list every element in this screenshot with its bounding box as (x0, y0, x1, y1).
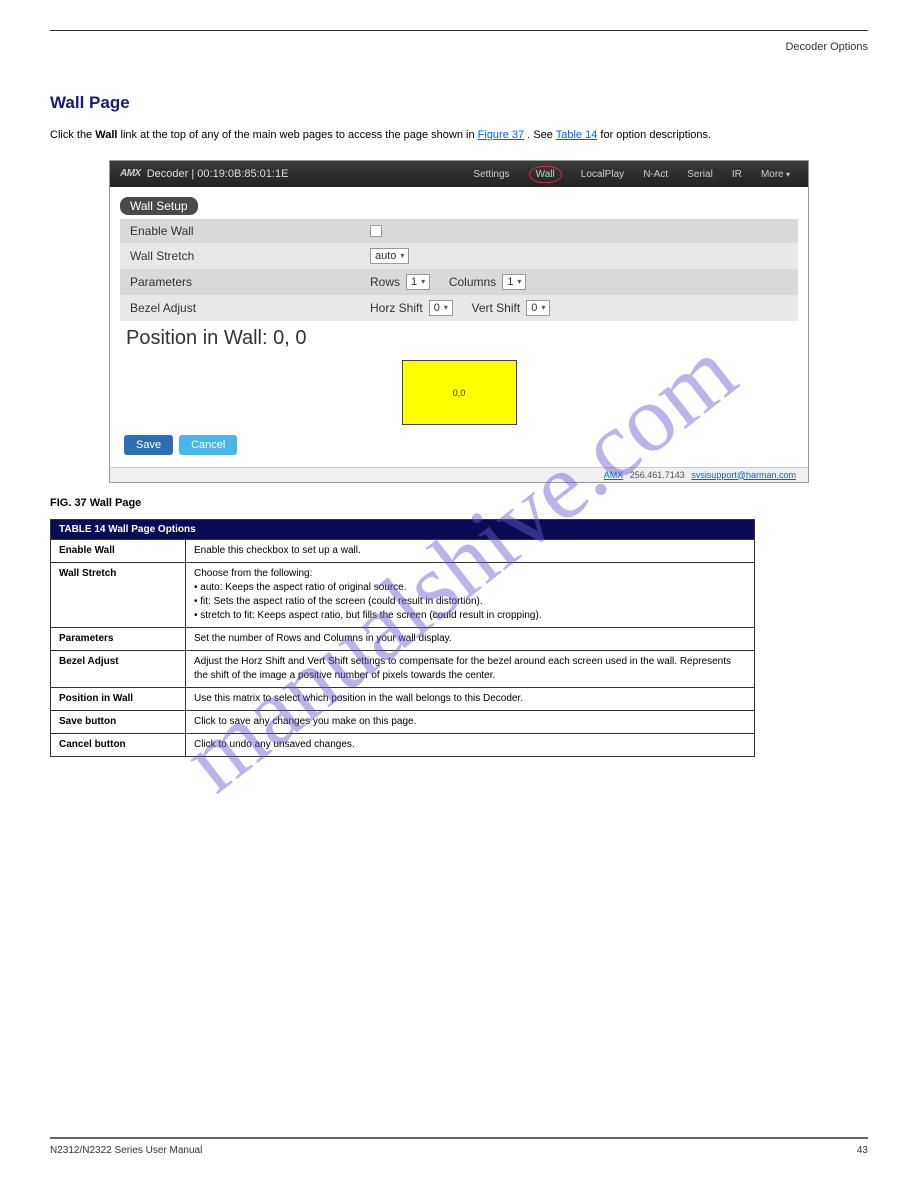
footer-amx-link[interactable]: AMX (604, 470, 624, 480)
vert-shift-label: Vert Shift (472, 301, 521, 315)
option-name: Cancel button (51, 733, 186, 756)
nav-wall[interactable]: Wall (529, 166, 562, 183)
table-row: Bezel AdjustAdjust the Horz Shift and Ve… (51, 650, 755, 687)
position-in-wall: Position in Wall: 0, 0 (120, 321, 798, 360)
option-desc: Set the number of Rows and Columns in yo… (186, 627, 755, 650)
option-name: Bezel Adjust (51, 650, 186, 687)
option-desc: Adjust the Horz Shift and Vert Shift set… (186, 650, 755, 687)
intro-text: Click the Wall link at the top of any of… (50, 127, 868, 144)
horz-shift-select[interactable]: 0 (429, 300, 453, 316)
figure-link[interactable]: Figure 37 (478, 129, 524, 141)
label-wall-stretch: Wall Stretch (130, 249, 370, 263)
row-bezel: Bezel Adjust Horz Shift 0 Vert Shift 0 (120, 295, 798, 321)
figure-caption: FIG. 37 Wall Page (50, 497, 868, 509)
option-name: Parameters (51, 627, 186, 650)
vert-shift-select[interactable]: 0 (526, 300, 550, 316)
nav-nact[interactable]: N-Act (643, 169, 668, 180)
table-row: Position in WallUse this matrix to selec… (51, 687, 755, 710)
footer-doc-title: N2312/N2322 Series User Manual (50, 1145, 857, 1156)
wall-position-cell[interactable]: 0,0 (402, 360, 517, 425)
option-desc: Choose from the following: • auto: Keeps… (186, 562, 755, 627)
intro-p2: link at the top of any of the main web p… (121, 129, 478, 141)
nav-localplay[interactable]: LocalPlay (581, 169, 624, 180)
nav-serial[interactable]: Serial (687, 169, 713, 180)
cancel-button[interactable]: Cancel (179, 435, 237, 455)
header-section: Decoder Options (50, 41, 868, 53)
panel-body: Wall Setup Enable Wall Wall Stretch auto… (110, 187, 808, 467)
footer-email-link[interactable]: svsisupport@harman.com (691, 470, 796, 480)
page-footer: N2312/N2322 Series User Manual 43 (50, 1137, 868, 1156)
wall-setup-badge: Wall Setup (120, 197, 198, 215)
amx-logo: AMX (120, 168, 141, 179)
row-wall-stretch: Wall Stretch auto (120, 243, 798, 269)
wall-stretch-select[interactable]: auto (370, 248, 409, 264)
enable-wall-checkbox[interactable] (370, 225, 382, 237)
option-desc: Click to save any changes you make on th… (186, 710, 755, 733)
table-row: Enable WallEnable this checkbox to set u… (51, 539, 755, 562)
rows-label: Rows (370, 275, 400, 289)
footer-phone: 256.461.7143 (630, 470, 685, 480)
screenshot-footer: AMX 256.461.7143 svsisupport@harman.com (110, 467, 808, 482)
wall-word: Wall (95, 129, 117, 141)
intro-p3: . See (527, 129, 556, 141)
nav-settings[interactable]: Settings (473, 169, 509, 180)
top-nav: Settings Wall LocalPlay N-Act Serial IR … (465, 168, 798, 180)
table-row: Save buttonClick to save any changes you… (51, 710, 755, 733)
option-desc: Use this matrix to select which position… (186, 687, 755, 710)
nav-more[interactable]: More (761, 169, 790, 180)
table-row: ParametersSet the number of Rows and Col… (51, 627, 755, 650)
section-title: Wall Page (50, 93, 868, 113)
horz-shift-label: Horz Shift (370, 301, 423, 315)
option-name: Save button (51, 710, 186, 733)
window-topbar: AMX Decoder | 00:19:0B:85:01:1E Settings… (110, 161, 808, 187)
columns-label: Columns (449, 275, 496, 289)
row-parameters: Parameters Rows 1 Columns 1 (120, 269, 798, 295)
embedded-screenshot: AMX Decoder | 00:19:0B:85:01:1E Settings… (109, 160, 809, 483)
top-rule (50, 30, 868, 31)
table-row: Wall StretchChoose from the following: •… (51, 562, 755, 627)
row-enable-wall: Enable Wall (120, 219, 798, 243)
label-enable-wall: Enable Wall (130, 224, 370, 238)
option-name: Wall Stretch (51, 562, 186, 627)
table-header: TABLE 14 Wall Page Options (51, 519, 755, 539)
option-desc: Enable this checkbox to set up a wall. (186, 539, 755, 562)
intro-p1: Click the (50, 129, 95, 141)
device-title: Decoder | 00:19:0B:85:01:1E (147, 168, 289, 180)
columns-select[interactable]: 1 (502, 274, 526, 290)
nav-ir[interactable]: IR (732, 169, 742, 180)
table-link[interactable]: Table 14 (556, 129, 598, 141)
save-button[interactable]: Save (124, 435, 173, 455)
table-row: Cancel buttonClick to undo any unsaved c… (51, 733, 755, 756)
option-desc: Click to undo any unsaved changes. (186, 733, 755, 756)
rows-select[interactable]: 1 (406, 274, 430, 290)
options-table: TABLE 14 Wall Page Options Enable WallEn… (50, 519, 755, 757)
intro-p4: for option descriptions. (600, 129, 711, 141)
option-name: Enable Wall (51, 539, 186, 562)
option-name: Position in Wall (51, 687, 186, 710)
label-bezel: Bezel Adjust (130, 301, 370, 315)
footer-page-number: 43 (857, 1145, 868, 1156)
label-parameters: Parameters (130, 275, 370, 289)
